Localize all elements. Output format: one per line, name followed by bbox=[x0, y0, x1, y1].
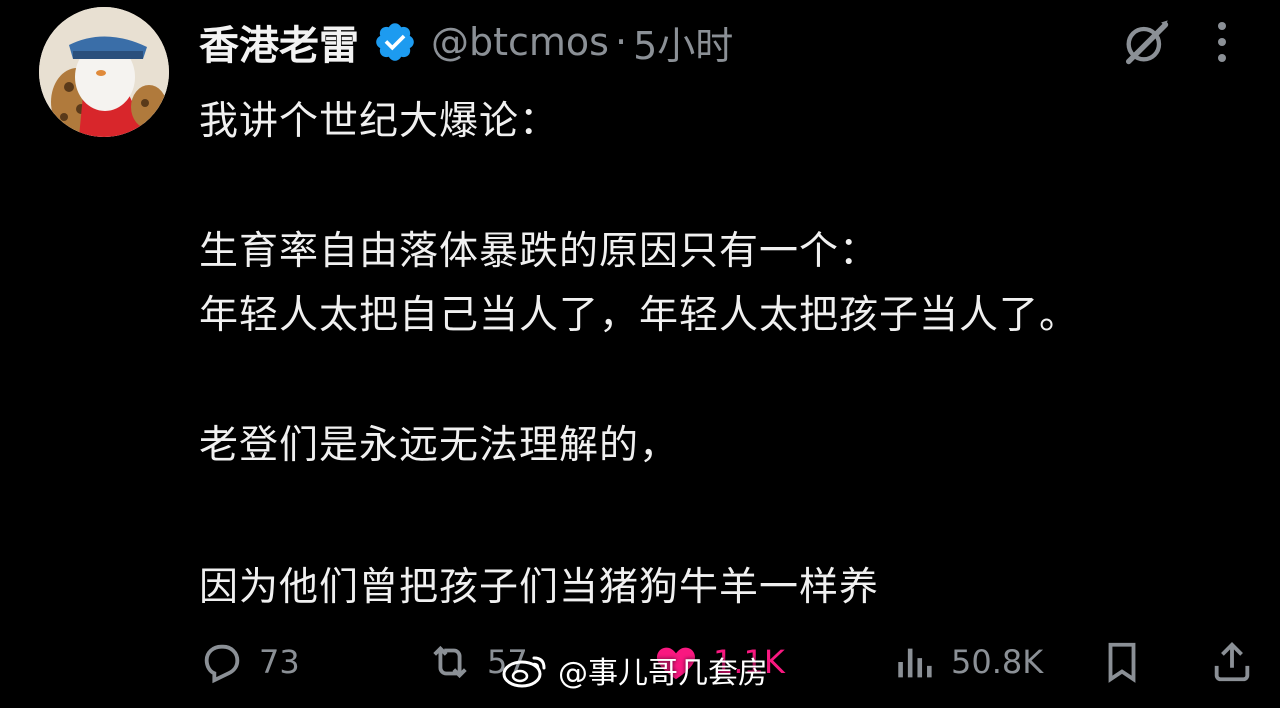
tweet-line: 老登们是永远无法理解的， bbox=[199, 423, 680, 468]
weibo-icon bbox=[500, 650, 550, 690]
user-handle[interactable]: @btcmos bbox=[431, 20, 609, 64]
tweet-line: 生育率自由落体暴跌的原因只有一个： bbox=[199, 229, 880, 274]
bookmark-button[interactable] bbox=[1099, 639, 1159, 685]
reply-count: 73 bbox=[259, 643, 300, 681]
share-button[interactable] bbox=[1209, 639, 1269, 685]
tweet-line: 因为他们曾把孩子们当猪狗牛羊一样养 bbox=[199, 565, 880, 610]
tweet-line: 年轻人太把自己当人了，年轻人太把孩子当人了。 bbox=[199, 293, 1080, 338]
watermark-text: @事儿哥几套房 bbox=[558, 656, 768, 691]
views-icon bbox=[891, 639, 937, 685]
tweet-card: 香港老雷 @btcmos · 5小时 我讲个世纪大爆论： 生育率自由落体暴跌的原… bbox=[0, 0, 1280, 708]
grok-icon[interactable] bbox=[1120, 16, 1172, 68]
verified-badge-icon bbox=[373, 20, 417, 64]
display-name[interactable]: 香港老雷 bbox=[199, 13, 359, 71]
view-count: 50.8K bbox=[951, 643, 1044, 681]
bookmark-icon bbox=[1099, 639, 1145, 685]
reply-button[interactable]: 73 bbox=[199, 639, 300, 685]
share-icon bbox=[1209, 639, 1255, 685]
avatar[interactable] bbox=[39, 7, 169, 137]
tweet-header: 香港老雷 @btcmos · 5小时 bbox=[199, 14, 733, 70]
weibo-watermark: @事儿哥几套房 bbox=[500, 648, 768, 692]
separator-dot: · bbox=[614, 20, 628, 64]
tweet-text: 我讲个世纪大爆论： 生育率自由落体暴跌的原因只有一个： 年轻人太把自己当人了，年… bbox=[199, 90, 1259, 620]
tweet-line: 我讲个世纪大爆论： bbox=[199, 99, 560, 144]
retweet-icon bbox=[427, 639, 473, 685]
reply-icon bbox=[199, 639, 245, 685]
avatar-penguin-image bbox=[39, 7, 169, 137]
more-icon[interactable] bbox=[1212, 18, 1232, 66]
timestamp[interactable]: 5小时 bbox=[633, 15, 733, 70]
views-button[interactable]: 50.8K bbox=[891, 639, 1043, 685]
top-actions bbox=[1120, 16, 1232, 68]
